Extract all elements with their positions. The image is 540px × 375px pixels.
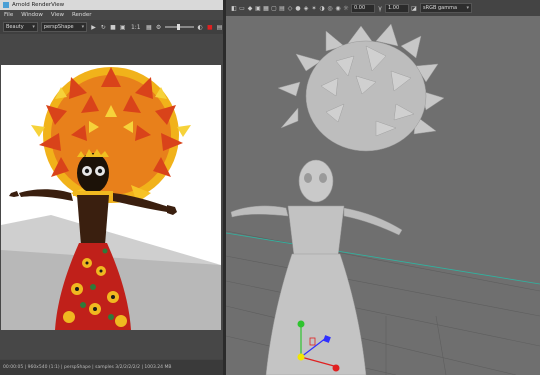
grid-axis-line [226, 232, 540, 285]
exposure-value: 0.00 [354, 5, 366, 11]
manipulator-x-handle [332, 364, 340, 372]
xray-icon[interactable]: ◎ [327, 5, 333, 12]
exposure-icon[interactable]: ☼ [343, 5, 349, 12]
render-play-icon[interactable]: ▶ [90, 24, 97, 31]
gamma-value: 1.00 [388, 5, 400, 11]
camera-dropdown[interactable]: perspShape ▾ [40, 22, 88, 32]
renderview-menubar: File Window View Render [0, 10, 223, 20]
rendered-image [1, 65, 221, 330]
exposure-slider[interactable] [164, 24, 194, 30]
aov-dropdown[interactable]: Beauty ▾ [3, 22, 38, 32]
smooth-shade-icon[interactable]: ● [295, 5, 301, 12]
textured-icon[interactable]: ◈ [303, 5, 309, 12]
image-plane-icon[interactable]: ▣ [255, 5, 261, 12]
maya-app-icon [3, 2, 9, 8]
viewport-scene [226, 23, 540, 375]
bookmark-icon[interactable]: ◆ [247, 5, 253, 12]
renderview-title: Arnold RenderView [12, 2, 65, 8]
slider-knob[interactable] [176, 24, 180, 30]
display-settings-icon[interactable]: ▦ [146, 24, 153, 31]
menu-view[interactable]: View [51, 12, 64, 18]
gear-icon[interactable]: ⚙ [155, 24, 162, 31]
renderview-titlebar: Arnold RenderView [0, 0, 223, 10]
renderview-toolbar: Beauty ▾ perspShape ▾ ▶ ↻ ■ ▣ 1:1 ▦ ⚙ ◐ … [0, 20, 223, 35]
camera-attributes-icon[interactable]: ▭ [239, 5, 245, 12]
aov-dropdown-value: Beauty [6, 24, 24, 30]
exposure-field[interactable]: 0.00 [351, 3, 375, 13]
color-space-dropdown[interactable]: sRGB gamma ▾ [420, 3, 472, 13]
arnold-renderview-window: Arnold RenderView File Window View Rende… [0, 0, 226, 375]
color-space-value: sRGB gamma [423, 5, 458, 11]
rendered-character-image [1, 67, 221, 330]
gamma-field[interactable]: 1.00 [385, 3, 409, 13]
menu-file[interactable]: File [4, 12, 13, 18]
camera-dropdown-value: perspShape [43, 24, 74, 30]
manipulator-center-handle [297, 353, 305, 361]
menu-render[interactable]: Render [72, 12, 92, 18]
lights-icon[interactable]: ✶ [311, 5, 317, 12]
viewport-toolbar: ◧ ▭ ◆ ▣ ▦ ▢ ▤ ◇ ● ◈ ✶ ◑ ◎ ◉ ☼ 0.00 γ 1.0… [226, 0, 540, 17]
perspective-viewport[interactable] [226, 16, 540, 375]
menu-window[interactable]: Window [21, 12, 43, 18]
manipulator-y-handle [297, 320, 305, 328]
crop-region-icon[interactable]: ▣ [119, 24, 126, 31]
gamma-icon[interactable]: γ [377, 5, 383, 12]
color-management-icon[interactable]: ◪ [411, 5, 417, 12]
shadows-icon[interactable]: ◑ [319, 5, 325, 12]
record-icon[interactable]: ■ [207, 24, 214, 31]
channel-icon[interactable]: ◐ [197, 24, 204, 31]
chevron-down-icon: ▾ [32, 24, 35, 30]
isolate-select-icon[interactable]: ◉ [335, 5, 341, 12]
zoom-ratio-label[interactable]: 1:1 [129, 24, 142, 31]
settings-icon[interactable]: ▤ [216, 24, 223, 31]
maya-viewport-panel: ◧ ▭ ◆ ▣ ▦ ▢ ▤ ◇ ● ◈ ✶ ◑ ◎ ◉ ☼ 0.00 γ 1.0… [226, 0, 540, 375]
film-gate-icon[interactable]: ▢ [271, 5, 277, 12]
render-status-text: 00:00:05 | 960x540 (1:1) | perspShape | … [3, 365, 172, 370]
chevron-down-icon: ▾ [466, 5, 469, 11]
refresh-icon[interactable]: ↻ [100, 24, 107, 31]
renderview-statusbar: 00:00:05 | 960x540 (1:1) | perspShape | … [0, 360, 226, 375]
render-image-area[interactable] [0, 34, 223, 359]
chevron-down-icon: ▾ [81, 24, 85, 30]
stop-icon[interactable]: ■ [110, 24, 117, 31]
select-camera-icon[interactable]: ◧ [231, 5, 237, 12]
wireframe-icon[interactable]: ◇ [287, 5, 293, 12]
resolution-gate-icon[interactable]: ▤ [279, 5, 285, 12]
grid-icon[interactable]: ▦ [263, 5, 269, 12]
